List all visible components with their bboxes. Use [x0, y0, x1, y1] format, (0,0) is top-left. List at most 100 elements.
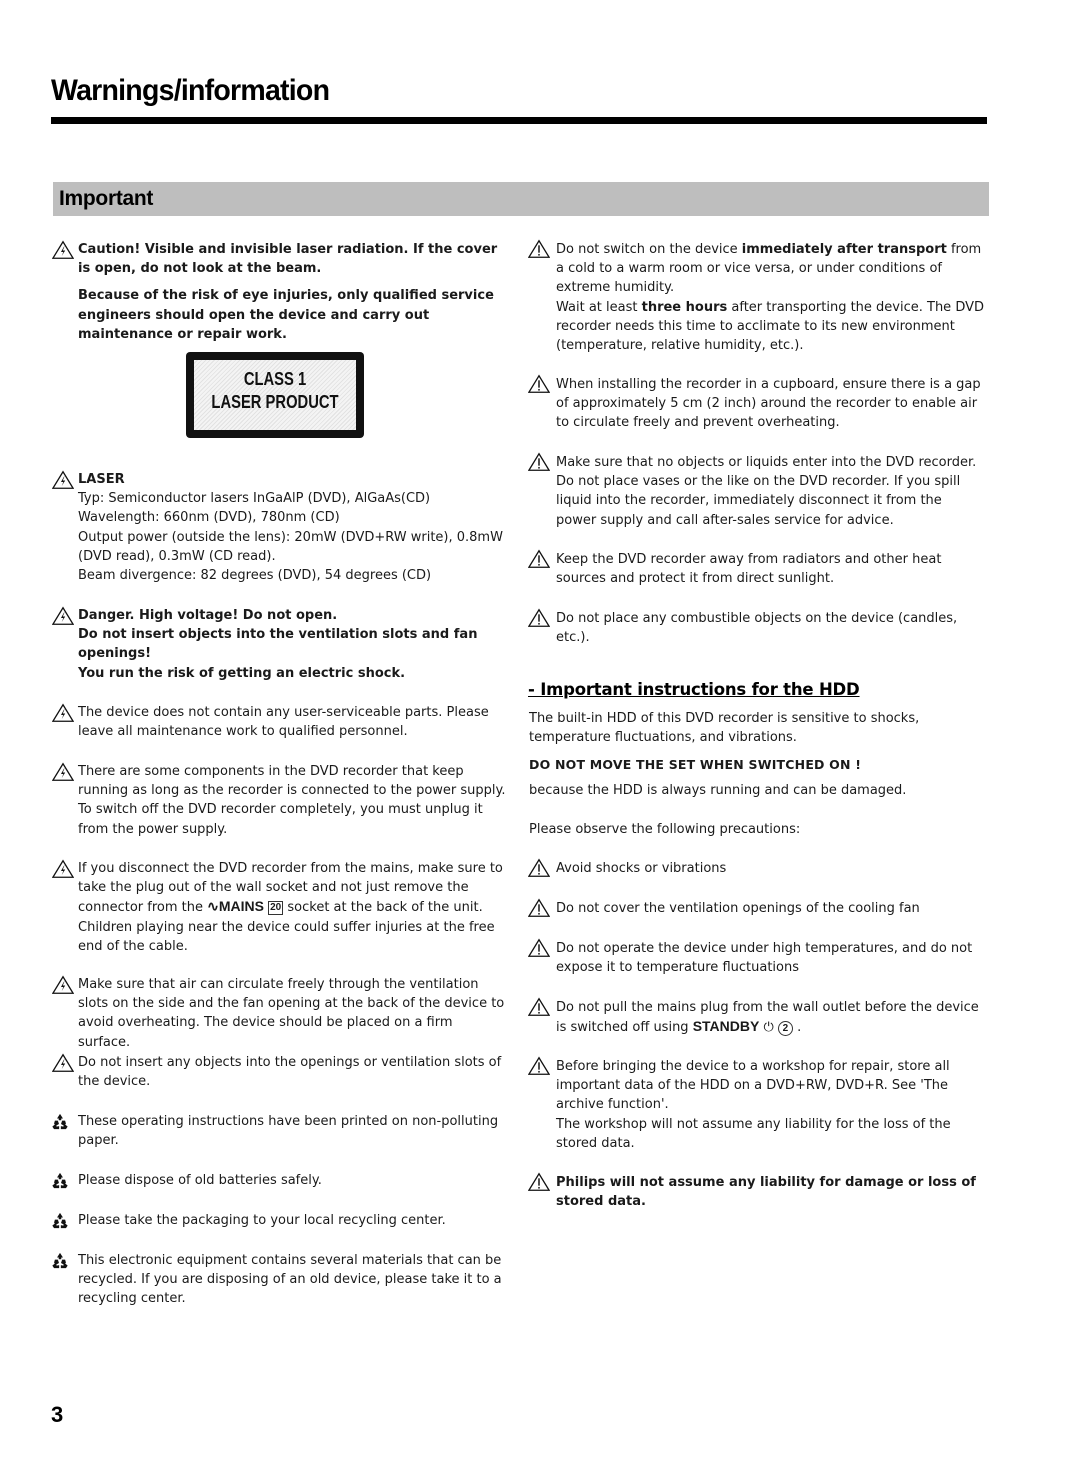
transport-text-bold: immediately after transport — [741, 242, 947, 257]
laser-label-line1: CLASS 1 — [243, 369, 307, 389]
laser-beam-divergence: Beam divergence: 82 degrees (DVD), 54 de… — [78, 568, 432, 584]
hdd-temperatures-block: Do not operate the device under high tem… — [556, 939, 986, 977]
danger-line2: Do not insert objects into the ventilati… — [78, 627, 478, 662]
hdd-cover-fan-block: Do not cover the ventilation openings of… — [556, 899, 986, 918]
hdd-shocks-text: Avoid shocks or vibrations — [556, 861, 727, 876]
high-voltage-warning-icon — [52, 1053, 74, 1073]
warning-icon — [528, 997, 550, 1017]
mains-reference-number: 20 — [268, 901, 284, 916]
recycle-text: This electronic equipment contains sever… — [78, 1253, 502, 1307]
wait-text-pre: Wait at least — [556, 299, 642, 315]
warning-icon — [528, 239, 550, 259]
philips-liability-text: Philips will not assume any liability fo… — [556, 1175, 976, 1210]
no-insert-text: Do not insert any objects into the openi… — [78, 1055, 502, 1090]
hdd-cover-fan-text: Do not cover the ventilation openings of… — [556, 901, 920, 916]
recycle-icon — [51, 1172, 69, 1189]
danger-block: Danger. High voltage! Do not open. Do no… — [78, 606, 508, 683]
warning-icon — [528, 938, 550, 958]
combustible-text: Do not place any combustible objects on … — [556, 611, 958, 646]
laser-spec-block: LASER Typ: Semiconductor lasers InGaAlP … — [78, 470, 508, 585]
transport-text-pre: Do not switch on the device — [556, 242, 742, 257]
hdd-section-heading: - Important instructions for the HDD — [528, 680, 860, 699]
caution-text: Caution! Visible and invisible laser rad… — [78, 242, 498, 277]
no-insert-block: Do not insert any objects into the openi… — [78, 1053, 508, 1091]
class1-laser-product-label: CLASS 1 LASER PRODUCT — [186, 352, 364, 438]
recycle-item: This electronic equipment contains sever… — [78, 1251, 508, 1309]
hdd-caps-warning-block: DO NOT MOVE THE SET WHEN SWITCHED ON ! — [529, 755, 989, 774]
no-user-parts-text: The device does not contain any user-ser… — [78, 705, 489, 740]
cupboard-block: When installing the recorder in a cupboa… — [556, 375, 986, 433]
no-user-parts-block: The device does not contain any user-ser… — [78, 703, 508, 741]
combustible-block: Do not place any combustible objects on … — [556, 609, 986, 647]
high-voltage-warning-icon — [52, 703, 74, 723]
mains-label: MAINS — [218, 898, 264, 915]
warning-icon — [528, 1056, 550, 1076]
warning-icon — [528, 374, 550, 394]
high-voltage-warning-icon — [52, 470, 74, 490]
warning-icon — [528, 1172, 550, 1192]
mains-plug-text-after: . — [797, 1020, 802, 1036]
section-title: Important — [59, 187, 154, 210]
warning-icon — [528, 898, 550, 918]
radiators-block: Keep the DVD recorder away from radiator… — [556, 550, 986, 588]
wait-text-bold: three hours — [641, 299, 728, 315]
recycle-item: Please take the packaging to your local … — [78, 1211, 508, 1230]
recycle-text: These operating instructions have been p… — [78, 1114, 499, 1149]
hdd-intro-text: The built-in HDD of this DVD recorder is… — [529, 711, 920, 746]
transport-block: Do not switch on the device immediately … — [556, 240, 986, 355]
danger-line3: You run the risk of getting an electric … — [78, 665, 406, 681]
high-voltage-warning-icon — [52, 859, 74, 879]
hdd-workshop-block: Before bringing the device to a workshop… — [556, 1057, 986, 1153]
laser-heading: LASER — [78, 472, 125, 487]
page-number: 3 — [51, 1402, 64, 1427]
liquids-block: Make sure that no objects or liquids ent… — [556, 453, 986, 530]
hdd-observe-text: Please observe the following precautions… — [529, 822, 801, 837]
high-voltage-warning-icon — [52, 762, 74, 782]
components-running-block: There are some components in the DVD rec… — [78, 762, 508, 839]
air-circulate-block: Make sure that air can circulate freely … — [78, 975, 508, 1052]
hdd-because-text: because the HDD is always running and ca… — [529, 783, 907, 798]
hdd-observe-block: Please observe the following precautions… — [529, 820, 989, 839]
laser-type: Typ: Semiconductor lasers InGaAlP (DVD),… — [78, 491, 431, 507]
radiators-text: Keep the DVD recorder away from radiator… — [556, 552, 942, 587]
recycle-item: These operating instructions have been p… — [78, 1112, 508, 1150]
page-title: Warnings/information — [51, 74, 330, 107]
philips-liability-block: Philips will not assume any liability fo… — [556, 1173, 986, 1211]
laser-wavelength: Wavelength: 660nm (DVD), 780nm (CD) — [78, 510, 340, 526]
caution-eye-injury-text: Because of the risk of eye injuries, onl… — [78, 288, 494, 342]
warning-icon — [528, 549, 550, 569]
recycle-item: Please dispose of old batteries safely. — [78, 1171, 508, 1190]
components-running-text: There are some components in the DVD rec… — [78, 764, 506, 837]
laser-caution-block: Caution! Visible and invisible laser rad… — [78, 240, 508, 344]
recycle-icon — [51, 1212, 69, 1229]
high-voltage-warning-icon — [52, 606, 74, 626]
hdd-caps-warning: DO NOT MOVE THE SET WHEN SWITCHED ON ! — [529, 757, 862, 772]
recycle-text: Please dispose of old batteries safely. — [78, 1173, 322, 1188]
workshop-text-2: The workshop will not assume any liabili… — [556, 1116, 951, 1151]
hdd-shocks-block: Avoid shocks or vibrations — [556, 859, 986, 878]
warning-icon — [528, 452, 550, 472]
section-header-important: Important — [53, 182, 989, 216]
hdd-temperatures-text: Do not operate the device under high tem… — [556, 941, 973, 976]
laser-output-power: Output power (outside the lens): 20mW (D… — [78, 529, 503, 564]
recycle-text: Please take the packaging to your local … — [78, 1213, 446, 1228]
title-rule — [51, 117, 987, 124]
cupboard-text: When installing the recorder in a cupboa… — [556, 377, 981, 431]
high-voltage-warning-icon — [52, 975, 74, 995]
liquids-text: Make sure that no objects or liquids ent… — [556, 455, 977, 528]
hdd-because-block: because the HDD is always running and ca… — [529, 781, 989, 800]
warning-icon — [528, 858, 550, 878]
workshop-text-1: Before bringing the device to a workshop… — [556, 1059, 950, 1113]
air-circulate-text: Make sure that air can circulate freely … — [78, 977, 505, 1050]
mains-ac-icon: ∿ — [207, 898, 219, 915]
laser-label-line2: LASER PRODUCT — [211, 392, 339, 412]
danger-line1: Danger. High voltage! Do not open. — [78, 608, 338, 623]
recycle-icon — [51, 1113, 69, 1130]
standby-reference-number: 2 — [777, 1021, 793, 1037]
hdd-mains-plug-block: Do not pull the mains plug from the wall… — [556, 998, 986, 1037]
standby-power-icon: ⏻ — [763, 1020, 774, 1036]
warning-icon — [528, 608, 550, 628]
standby-label: STANDBY — [692, 1018, 760, 1035]
hdd-intro-block: The built-in HDD of this DVD recorder is… — [529, 709, 989, 747]
high-voltage-warning-icon — [52, 240, 74, 260]
